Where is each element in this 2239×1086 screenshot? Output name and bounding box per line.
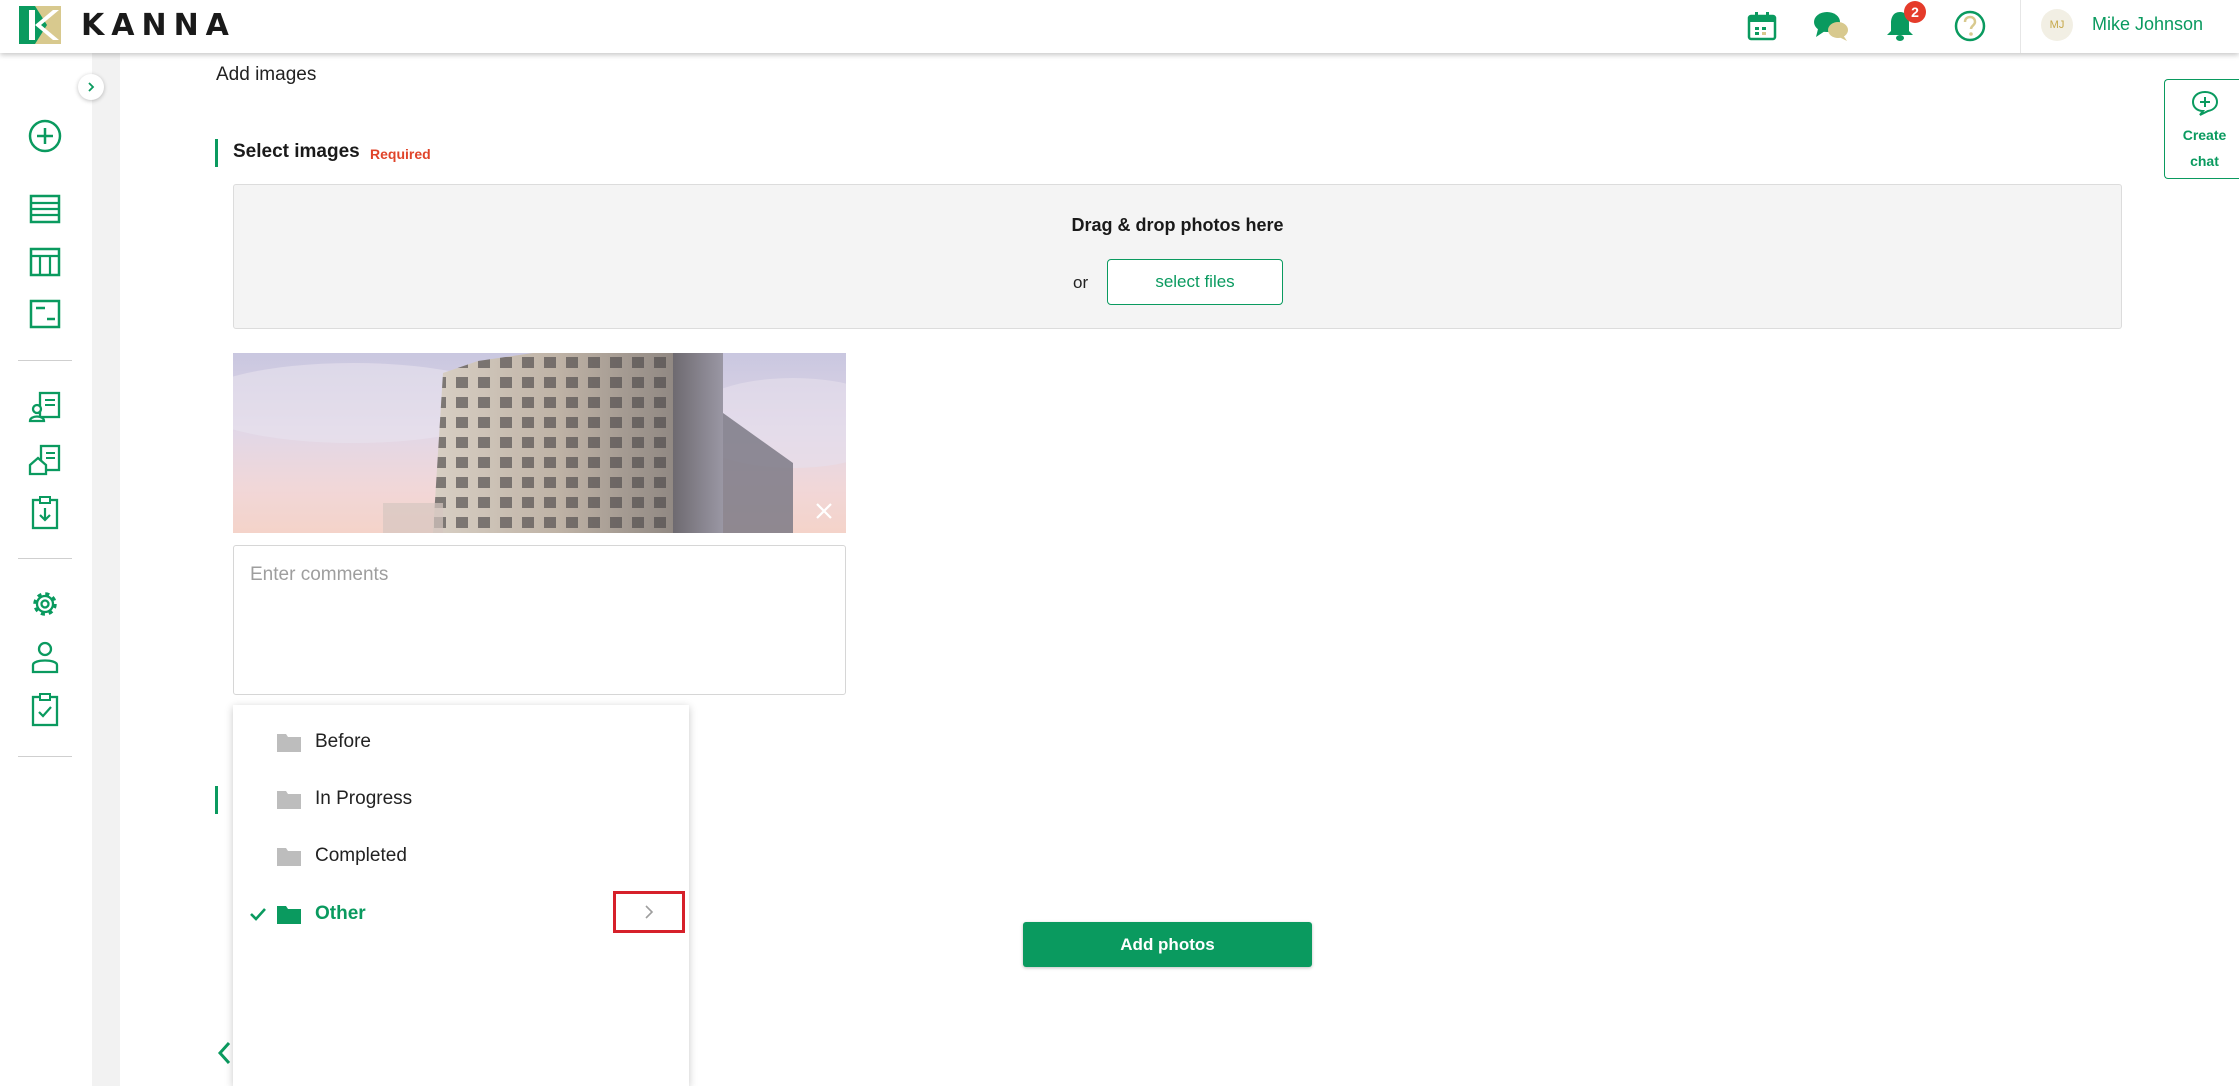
sidebar-item-properties[interactable] [25,440,65,480]
create-chat-label-line2: chat [2190,153,2219,169]
help-icon [1954,10,1986,42]
folder-option-label: Before [315,731,371,752]
logo-text: KANNA [81,7,236,43]
chat-button[interactable] [1811,6,1851,46]
folder-option-label: Other [315,903,366,924]
kanna-logo[interactable]: KANNA [19,6,236,44]
dropzone-or-text: or [1073,273,1089,292]
top-header: KANNA 2 MJ Mike Johnson [0,0,2239,53]
uploaded-photo-thumbnail [233,353,846,533]
folder-icon [277,848,301,866]
columns-icon [29,247,61,277]
folder-option-label: In Progress [315,788,413,809]
comments-input[interactable] [233,545,846,695]
help-button[interactable] [1950,6,1990,46]
create-chat-button[interactable]: Create chat [2164,79,2239,179]
sidebar-divider [18,756,72,757]
folder-option-label: Completed [315,845,407,866]
sidebar-item-users[interactable] [25,637,65,677]
remove-photo-button[interactable] [810,497,838,525]
sidebar-item-board[interactable] [25,242,65,282]
sidebar-collapse-toggle[interactable] [78,74,104,100]
chevron-left-icon [217,1041,231,1065]
folder-option-before[interactable]: Before [233,714,689,770]
building-photo-image [233,353,846,533]
page-title: Add images [216,64,317,85]
user-icon [31,641,59,674]
sidebar-item-settings[interactable] [25,584,65,624]
kanna-logo-mark-icon [19,6,61,44]
avatar[interactable]: MJ [2041,9,2073,41]
checkmark-icon [249,905,267,923]
sidebar-item-customers[interactable] [25,387,65,427]
gear-icon [33,592,57,616]
clipboard-check-icon [31,693,59,727]
header-divider [2020,0,2021,53]
notifications-button[interactable]: 2 [1880,1,1926,46]
section-title: Select images [233,141,360,162]
section-accent-bar [215,139,218,167]
sidebar-divider [18,558,72,559]
section-accent-bar [215,786,218,814]
folder-option-in-progress[interactable]: In Progress [233,771,689,827]
folder-option-completed[interactable]: Completed [233,828,689,884]
sidebar-item-downloads[interactable] [25,493,65,533]
sidebar-item-card[interactable] [25,294,65,334]
folder-icon [277,734,301,752]
add-photos-button[interactable]: Add photos [1023,922,1312,967]
select-files-button[interactable]: select files [1107,259,1283,305]
chevron-right-icon [88,82,95,92]
house-document-icon [28,444,61,476]
folder-icon [277,791,301,809]
notification-count-badge: 2 [1904,1,1926,23]
clipboard-download-icon [31,496,59,530]
close-icon [816,503,832,519]
list-icon [29,194,61,224]
folder-dropdown-menu: Before In Progress Completed Other [233,705,689,1086]
content-gutter [92,53,120,1086]
folder-icon [277,906,301,924]
chevron-right-icon [645,905,654,919]
open-subfolder-button[interactable] [613,891,685,933]
add-circle-icon [28,119,62,153]
dropzone-title: Drag & drop photos here [1071,215,1284,235]
chat-bubbles-icon [1814,12,1848,41]
sidebar-item-create[interactable] [25,116,65,156]
photo-dropzone[interactable]: Drag & drop photos here or select files [233,184,2122,329]
required-label: Required [370,146,431,162]
user-name[interactable]: Mike Johnson [2092,14,2203,35]
calendar-icon [1747,12,1777,41]
sidebar-divider [18,360,72,361]
sidebar-item-tasks[interactable] [25,690,65,730]
card-icon [29,299,61,329]
calendar-button[interactable] [1742,6,1782,46]
create-chat-label-line1: Create [2182,127,2227,143]
sidebar-item-list[interactable] [25,189,65,229]
person-document-icon [28,391,61,423]
back-button[interactable] [215,1040,235,1066]
chat-add-icon [2191,90,2218,116]
